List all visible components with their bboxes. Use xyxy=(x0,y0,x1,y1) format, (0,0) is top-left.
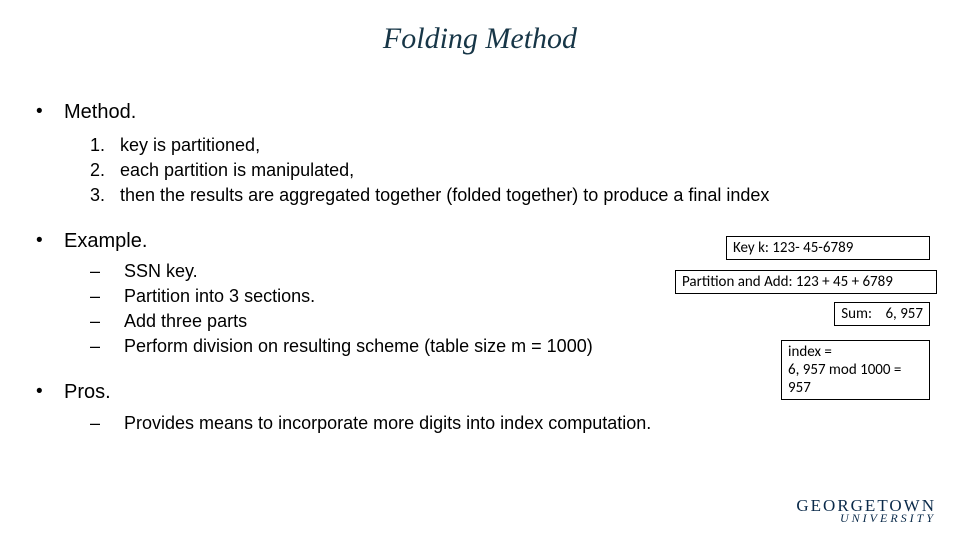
list-item: 1.key is partitioned, xyxy=(90,134,924,157)
box-index: index = 6, 957 mod 1000 = 957 xyxy=(781,340,930,400)
section-label: Method. xyxy=(64,100,924,126)
bullet-icon: • xyxy=(36,229,64,255)
list-item: 2.each partition is manipulated, xyxy=(90,159,924,182)
pros-items: –Provides means to incorporate more digi… xyxy=(90,412,924,435)
callout-boxes: Key k: 123- 45-6789 Partition and Add: 1… xyxy=(675,236,930,408)
box-key: Key k: 123- 45-6789 xyxy=(726,236,930,260)
bullet-icon: • xyxy=(36,100,64,126)
slide: Folding Method • Method. 1.key is partit… xyxy=(0,0,960,540)
slide-title: Folding Method xyxy=(0,0,960,56)
box-partition: Partition and Add: 123 + 45 + 6789 xyxy=(675,270,937,294)
bullet-icon: • xyxy=(36,380,64,406)
list-item: 3.then the results are aggregated togeth… xyxy=(90,184,924,207)
method-steps: 1.key is partitioned, 2.each partition i… xyxy=(90,134,924,207)
box-sum-row: Sum: 6, 957 xyxy=(675,302,930,334)
box-sum: Sum: 6, 957 xyxy=(834,302,930,326)
logo-georgetown: GEORGETOWN UNIVERSITY xyxy=(796,498,936,524)
section-method: • Method. 1.key is partitioned, 2.each p… xyxy=(36,100,924,207)
list-item: –Provides means to incorporate more digi… xyxy=(90,412,924,435)
